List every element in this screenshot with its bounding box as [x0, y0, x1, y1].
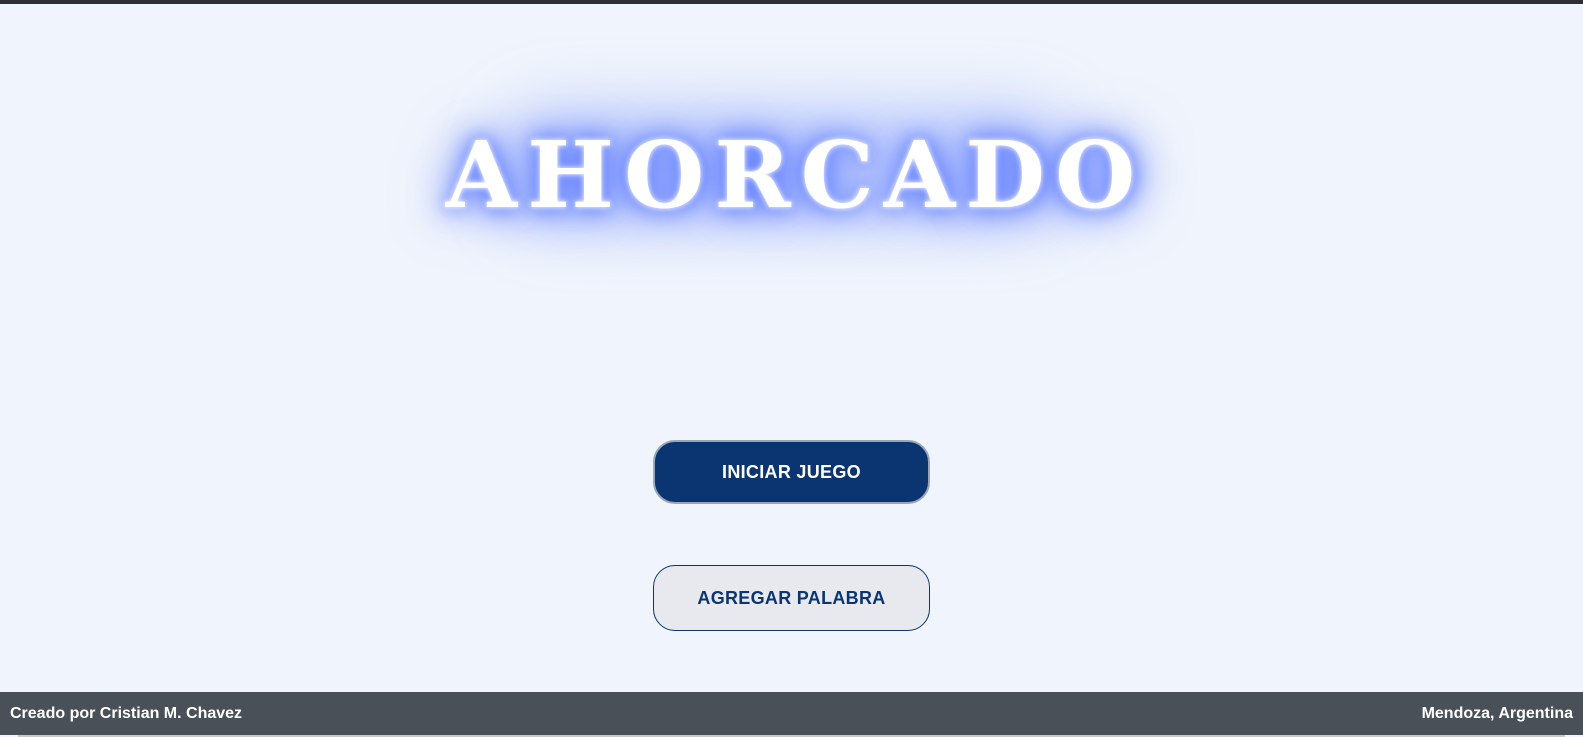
- start-game-button[interactable]: INICIAR JUEGO: [653, 440, 930, 504]
- footer-location: Mendoza, Argentina: [1421, 704, 1573, 722]
- top-window-strip: [0, 0, 1583, 4]
- footer-credit: Creado por Cristian M. Chavez: [10, 704, 243, 722]
- game-title: AHORCADO: [445, 121, 1146, 229]
- footer: Creado por Cristian M. Chavez Mendoza, A…: [0, 692, 1583, 735]
- title-container: AHORCADO: [0, 90, 1583, 260]
- add-word-button[interactable]: AGREGAR PALABRA: [653, 565, 930, 631]
